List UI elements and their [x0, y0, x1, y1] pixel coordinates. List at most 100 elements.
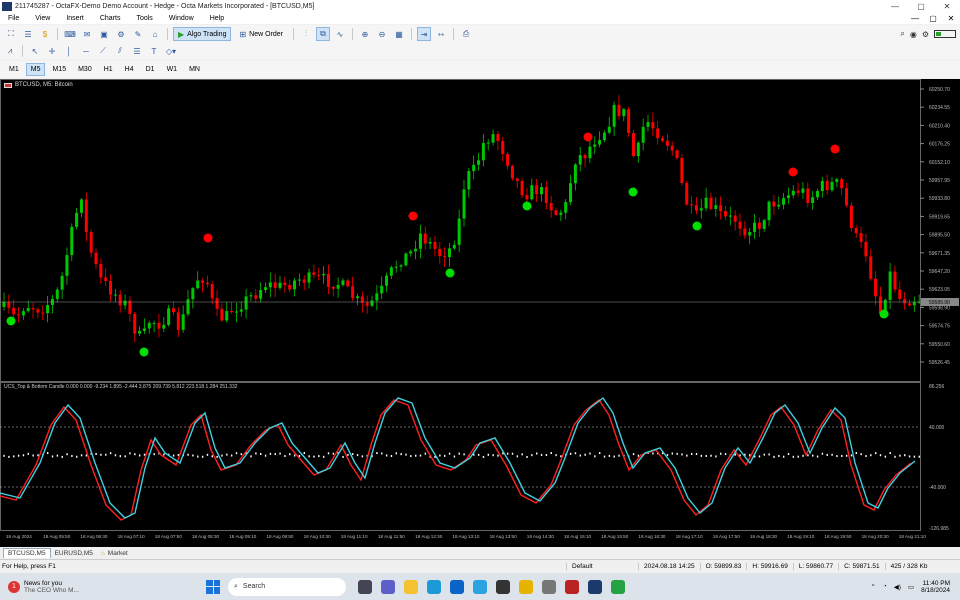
media-player-icon[interactable]	[565, 579, 579, 594]
text-icon[interactable]: T	[147, 44, 161, 58]
tab-market[interactable]: ⌂ Market	[97, 548, 132, 558]
chevron-up-icon[interactable]: ⌃	[870, 583, 875, 591]
trendline-icon[interactable]: ⟋	[96, 44, 110, 58]
candlestick-icon[interactable]: ⧉	[316, 27, 331, 41]
wifi-icon[interactable]: ◔	[883, 583, 887, 590]
histogram-bar	[318, 455, 320, 458]
price-tick-label: 59550.60	[929, 342, 950, 348]
navigator-icon[interactable]: ✉	[80, 27, 94, 41]
screenshot-icon[interactable]: ⎙	[459, 27, 473, 41]
chat-icon[interactable]: ◉	[910, 30, 917, 39]
candle-body	[176, 312, 180, 330]
timeframe-d1[interactable]: D1	[141, 63, 160, 76]
windows-start-icon[interactable]	[206, 579, 220, 594]
auto-scroll-icon[interactable]: ⇥	[417, 27, 432, 41]
candle-body	[394, 266, 398, 268]
terminal-icon[interactable]: ▣	[97, 27, 111, 41]
fibonacci-icon[interactable]: ☰	[130, 44, 144, 58]
data-window-icon[interactable]: ✎	[131, 27, 145, 41]
battery-tray-icon[interactable]: ▭	[908, 583, 914, 591]
menu-file[interactable]: File	[0, 15, 27, 22]
cursor-icon[interactable]: ↖	[28, 44, 42, 58]
histogram-bar	[95, 452, 97, 455]
channel-icon[interactable]: ⫽	[113, 44, 127, 58]
close-button[interactable]: ✕	[934, 2, 960, 11]
zoom-in-icon[interactable]: ⊕	[358, 27, 372, 41]
time-tick-label: 18 Aug 18:30	[750, 534, 778, 539]
crosshair-icon[interactable]: ✛	[45, 44, 59, 58]
volume-icon[interactable]: ◀)	[894, 583, 901, 591]
edge-icon[interactable]	[427, 579, 441, 594]
zoom-out-icon[interactable]: ⊖	[375, 27, 389, 41]
top-signal-dot	[830, 144, 840, 154]
settings-app-icon[interactable]	[542, 579, 556, 594]
new-order-button[interactable]: ⊞ New Order	[234, 27, 288, 41]
chart-close-button[interactable]: ✕	[942, 14, 960, 23]
chart-minimize-button[interactable]: —	[906, 14, 924, 23]
whatsapp-icon[interactable]	[611, 579, 625, 594]
shapes-icon[interactable]: ◇▾	[164, 44, 178, 58]
mail-icon[interactable]	[450, 579, 464, 594]
candle-body	[433, 241, 437, 249]
indicators-icon[interactable]: ⩘	[3, 44, 17, 58]
algo-trading-button[interactable]: ▶ Algo Trading	[173, 27, 232, 41]
price-chart[interactable]: 60250.70 60234.55 60210.40 60176.25 60152.10…	[0, 79, 960, 547]
news-widget[interactable]: 1 News for you The CEO Who M...	[0, 580, 200, 594]
candle-body	[60, 275, 64, 290]
market-icon[interactable]: ⌂	[148, 27, 162, 41]
metaeditor-icon[interactable]: ⌨	[63, 27, 77, 41]
chart-restore-button[interactable]: ▢	[924, 14, 942, 23]
timeframe-mn[interactable]: MN	[184, 63, 205, 76]
timeframe-h4[interactable]: H4	[120, 63, 139, 76]
time-tick-label: 18 Aug 13:10	[452, 534, 480, 539]
strategy-tester-icon[interactable]: ⚙	[114, 27, 128, 41]
menu-view[interactable]: View	[27, 15, 58, 22]
menu-insert[interactable]: Insert	[58, 15, 92, 22]
time-tick-label: 18 Aug 17:50	[713, 534, 741, 539]
tab-btcusd[interactable]: BTCUSD,M5	[3, 548, 51, 558]
histogram-bar	[134, 453, 136, 456]
tab-eurusd[interactable]: EURUSD,M5	[51, 548, 97, 558]
histogram-bar	[908, 455, 911, 458]
timeframe-h1[interactable]: H1	[99, 63, 118, 76]
current-price-label: 59589.90	[929, 300, 950, 306]
candle-body	[525, 195, 529, 200]
menu-tools[interactable]: Tools	[128, 15, 160, 22]
minimize-button[interactable]: —	[882, 2, 908, 11]
new-chart-icon[interactable]: ⛶	[4, 27, 18, 41]
timeframe-m5[interactable]: M5	[25, 63, 46, 76]
timeframe-w1[interactable]: W1	[162, 63, 183, 76]
candle-body	[268, 282, 272, 288]
telegram-icon[interactable]	[473, 579, 487, 594]
market-watch-icon[interactable]: $	[38, 27, 52, 41]
chart-shift-icon[interactable]: ⇿	[434, 27, 448, 41]
maximize-button[interactable]: ▢	[908, 2, 934, 11]
timeframe-m30[interactable]: M30	[73, 63, 97, 76]
vertical-line-icon[interactable]: │	[62, 44, 76, 58]
timeframe-m15[interactable]: M15	[47, 63, 71, 76]
horizontal-line-icon[interactable]: ─	[79, 44, 93, 58]
file-explorer-icon[interactable]	[404, 579, 418, 594]
menu-charts[interactable]: Charts	[92, 15, 129, 22]
chrome-icon[interactable]	[519, 579, 533, 594]
metatrader-icon[interactable]	[588, 579, 602, 594]
candle-body	[109, 280, 113, 295]
profiles-icon[interactable]: ☰	[21, 27, 35, 41]
menu-window[interactable]: Window	[161, 15, 202, 22]
teams-icon[interactable]	[381, 579, 395, 594]
task-view-icon[interactable]	[358, 579, 372, 594]
candle-body	[602, 132, 606, 141]
taskbar-search[interactable]: ⌕ Search	[228, 577, 346, 596]
timeframe-m1[interactable]: M1	[4, 63, 24, 76]
store-icon[interactable]	[496, 579, 510, 594]
clock[interactable]: 11:40 PM 8/18/2024	[921, 580, 950, 594]
bar-chart-icon[interactable]: ⫶	[299, 27, 313, 41]
settings-icon[interactable]: ⚙	[922, 30, 929, 39]
candle-body	[283, 282, 287, 286]
search-icon[interactable]: ⌕	[900, 29, 904, 39]
chart-window[interactable]: 60250.70 60234.55 60210.40 60176.25 60152.10…	[0, 79, 960, 547]
line-chart-icon[interactable]: ∿	[333, 27, 347, 41]
menu-help[interactable]: Help	[202, 15, 232, 22]
system-tray: ⌃ ◔ ◀) ▭ 11:40 PM 8/18/2024	[870, 580, 960, 594]
tile-windows-icon[interactable]: ▦	[392, 27, 406, 41]
